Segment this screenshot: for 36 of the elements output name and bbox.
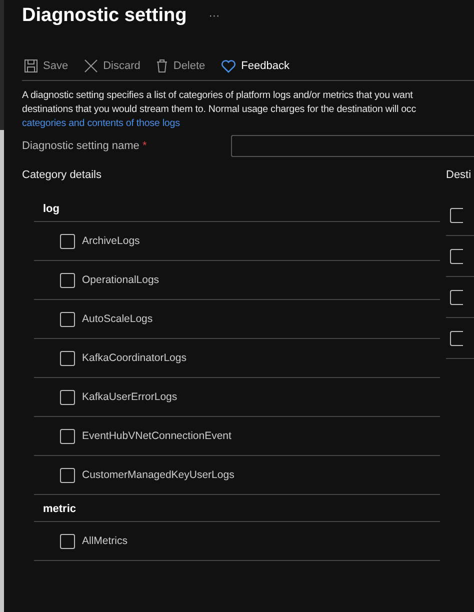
group-heading: log (34, 195, 440, 222)
checkbox-label: AllMetrics (82, 535, 128, 547)
name-input-field[interactable] (231, 135, 474, 157)
checkbox[interactable] (60, 390, 75, 404)
checkbox-label: ArchiveLogs (82, 235, 140, 247)
checkbox[interactable] (60, 534, 75, 548)
feedback-button[interactable]: Feedback (219, 60, 292, 72)
field-label: Diagnostic setting name * (22, 140, 148, 152)
checkbox[interactable] (450, 208, 463, 222)
description-text: A diagnostic setting specifies a list of categories of platform logs and/or metrics that you want destinations that you would stream them to. Normal usage charges for the destination will occ categories and contents of those logs (22, 89, 417, 131)
section-heading: Desti (446, 169, 472, 183)
checkbox-label: CustomerManagedKeyUserLogs (82, 469, 234, 481)
save-icon (24, 59, 38, 73)
categories-link[interactable]: categories and contents of those logs (22, 118, 180, 129)
heart-icon (221, 60, 236, 72)
checkbox[interactable] (60, 428, 75, 444)
checkbox-label: AutoScaleLogs (82, 313, 153, 325)
scrollbar[interactable] (0, 0, 4, 612)
checkbox[interactable] (450, 330, 463, 346)
checkbox[interactable] (60, 312, 75, 326)
checkbox-label: KafkaCoordinatorLogs (82, 352, 186, 364)
checkbox-label: EventHubVNetConnectionEvent (82, 430, 232, 442)
trash-icon (156, 59, 168, 73)
checkbox[interactable] (60, 234, 75, 248)
checkbox[interactable] (450, 248, 463, 264)
checkbox[interactable] (60, 272, 75, 288)
checkbox[interactable] (450, 290, 463, 304)
checkbox[interactable] (60, 350, 75, 366)
section-heading: Category details (22, 169, 102, 183)
checkbox-label: KafkaUserErrorLogs (82, 391, 178, 403)
checkbox[interactable] (60, 468, 75, 482)
more-button[interactable]: ··· (208, 10, 220, 22)
checkbox-label: OperationalLogs (82, 274, 160, 286)
page-title: Diagnostic setting (22, 5, 187, 27)
group-heading: metric (34, 495, 440, 522)
close-icon (84, 59, 98, 73)
